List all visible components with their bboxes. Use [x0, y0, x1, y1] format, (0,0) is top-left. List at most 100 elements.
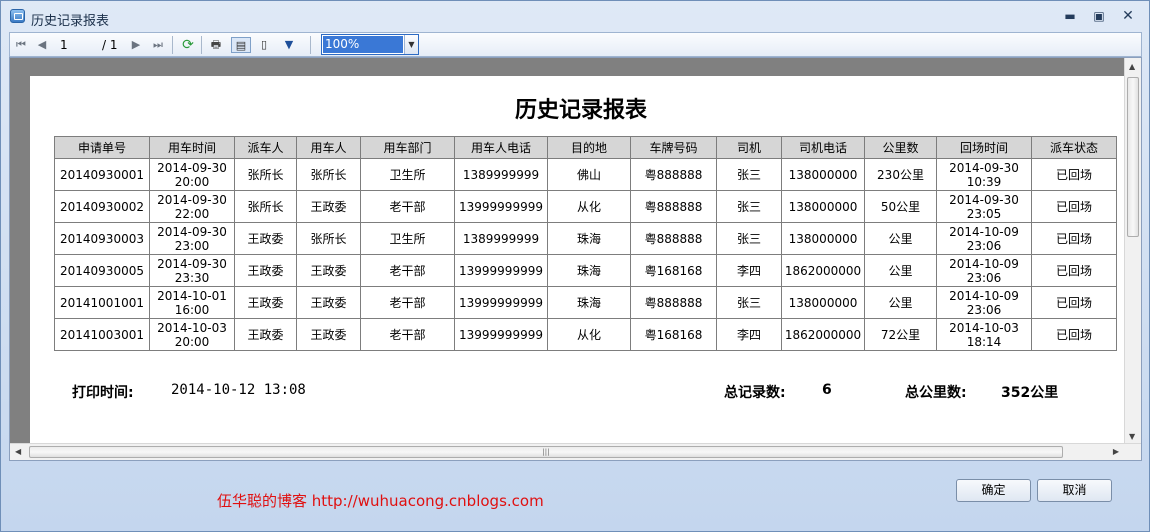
table-cell: 张三	[716, 286, 782, 319]
table-cell: 公里	[864, 222, 937, 255]
cancel-button[interactable]: 取消	[1037, 479, 1112, 502]
column-header: 派车人	[234, 136, 297, 159]
page-number-input[interactable]	[56, 36, 96, 54]
table-cell: 13999999999	[454, 190, 548, 223]
last-page-icon[interactable]: ⏭	[150, 37, 166, 53]
table-cell: 王政委	[296, 190, 361, 223]
table-cell: 20141003001	[54, 318, 150, 351]
table-cell-line: 2014-10-01	[157, 288, 227, 303]
table-row: 20141001001 2014-10-01 16:00 王政委 王政委 老干部 13999…	[54, 286, 1117, 319]
table-cell: 已回场	[1031, 318, 1117, 351]
table-cell: 1389999999	[454, 158, 548, 191]
table-cell: 1862000000	[781, 318, 865, 351]
table-cell-line: 23:06	[966, 270, 1002, 285]
table-cell-line: 2014-09-30	[157, 192, 227, 207]
table-cell: 珠海	[547, 222, 631, 255]
scroll-down-icon[interactable]: ▼	[1129, 432, 1135, 441]
table-cell: 张三	[716, 158, 782, 191]
toolbar-separator	[201, 36, 202, 54]
first-page-icon[interactable]: ⏮	[13, 37, 29, 53]
table-cell: 2014-10-09 23:06	[936, 254, 1032, 287]
table-cell-line: 23:06	[966, 238, 1002, 253]
table-cell: 老干部	[360, 318, 455, 351]
print-time-label: 打印时间:	[72, 385, 134, 401]
report-window: 历史记录报表 ▬ ▣ ✕ ⏮ ◀ / 1 ▶ ⏭ ⟳ 🖶 ▤ ▯ ▼ 100% …	[0, 0, 1150, 532]
report-viewer: 历史记录报表 申请单号 用车时间 派车人 用车人 用车部门 用车人电话 目的地 车牌号码 司机司…	[9, 57, 1142, 461]
horizontal-scroll-thumb[interactable]: |||	[29, 446, 1063, 458]
report-title: 历史记录报表	[514, 97, 647, 123]
table-cell-line: 18:14	[966, 334, 1002, 349]
table-cell: 138000000	[781, 286, 865, 319]
table-cell: 138000000	[781, 222, 865, 255]
table-cell-line: 2014-09-30	[157, 224, 227, 239]
scroll-left-icon[interactable]: ◀	[15, 447, 21, 456]
table-cell: 230公里	[864, 158, 937, 191]
scroll-up-icon[interactable]: ▲	[1129, 62, 1135, 71]
print-layout-icon[interactable]: ▤	[231, 37, 251, 53]
table-row: 20140930003 2014-09-30 23:00 王政委 张所长 卫生所 13899…	[54, 222, 1117, 255]
table-row: 20140930002 2014-09-30 22:00 张所长 王政委 老干部 13999…	[54, 190, 1117, 223]
table-cell: 已回场	[1031, 158, 1117, 191]
total-records-value: 6	[822, 382, 832, 398]
chevron-down-icon[interactable]: ▼	[404, 35, 418, 54]
table-cell: 粤168168	[630, 318, 717, 351]
table-cell: 王政委	[234, 318, 297, 351]
vertical-scroll-thumb[interactable]	[1127, 77, 1139, 237]
table-cell-line: 2014-09-30	[157, 256, 227, 271]
table-row: 20141003001 2014-10-03 20:00 王政委 王政委 老干部 13999…	[54, 318, 1117, 351]
table-cell: 粤168168	[630, 254, 717, 287]
maximize-button[interactable]: ▣	[1088, 9, 1110, 25]
table-cell: 已回场	[1031, 254, 1117, 287]
scroll-right-icon[interactable]: ▶	[1113, 447, 1119, 456]
total-km-label: 总公里数:	[905, 385, 967, 401]
column-header: 目的地	[547, 136, 631, 159]
table-cell: 王政委	[296, 286, 361, 319]
zoom-select[interactable]: 100% ▼	[321, 34, 419, 55]
table-cell: 张所长	[296, 222, 361, 255]
table-row: 20140930001 2014-09-30 20:00 张所长 张所长 卫生所 13899…	[54, 158, 1117, 191]
refresh-icon[interactable]: ⟳	[180, 37, 196, 53]
app-icon	[10, 9, 25, 23]
table-cell: 从化	[547, 190, 631, 223]
table-cell: 2014-09-30 23:00	[149, 222, 235, 255]
table-cell: 2014-10-09 23:06	[936, 222, 1032, 255]
table-cell-line: 22:00	[174, 206, 210, 221]
table-cell: 张所长	[234, 190, 297, 223]
ok-button[interactable]: 确定	[956, 479, 1031, 502]
title-bar[interactable]: 历史记录报表 ▬ ▣ ✕	[1, 1, 1149, 31]
table-cell: 粤888888	[630, 222, 717, 255]
table-cell: 2014-09-30 23:30	[149, 254, 235, 287]
table-cell: 老干部	[360, 254, 455, 287]
export-icon[interactable]: ▼	[278, 37, 300, 53]
window-title: 历史记录报表	[31, 14, 110, 29]
close-button[interactable]: ✕	[1117, 9, 1139, 25]
table-header-row: 申请单号 用车时间 派车人 用车人 用车部门 用车人电话 目的地 车牌号码 司机 司机电话 公里数回…	[54, 136, 1117, 159]
prev-page-icon[interactable]: ◀	[34, 37, 50, 53]
blog-link[interactable]: 伍华聪的博客 http://wuhuacong.cnblogs.com	[217, 490, 544, 511]
page-setup-icon[interactable]: ▯	[256, 37, 272, 53]
table-cell: 72公里	[864, 318, 937, 351]
total-km-value: 352公里	[1001, 385, 1059, 401]
table-cell: 2014-09-30 22:00	[149, 190, 235, 223]
table-cell: 张所长	[234, 158, 297, 191]
table-cell: 老干部	[360, 190, 455, 223]
next-page-icon[interactable]: ▶	[128, 37, 144, 53]
table-cell: 1862000000	[781, 254, 865, 287]
column-header: 回场时间	[936, 136, 1032, 159]
column-header: 用车人	[296, 136, 361, 159]
table-cell: 从化	[547, 318, 631, 351]
horizontal-scrollbar[interactable]: ◀ ||| ▶	[10, 443, 1141, 460]
table-cell: 20140930003	[54, 222, 150, 255]
column-header: 公里数	[864, 136, 937, 159]
vertical-scrollbar[interactable]: ▲ ▼	[1124, 58, 1141, 444]
table-cell: 2014-09-30 10:39	[936, 158, 1032, 191]
table-cell: 粤888888	[630, 158, 717, 191]
table-cell: 20140930002	[54, 190, 150, 223]
minimize-button[interactable]: ▬	[1059, 9, 1081, 25]
report-page: 历史记录报表 申请单号 用车时间 派车人 用车人 用车部门 用车人电话 目的地 车牌号码 司机司…	[30, 76, 1126, 446]
table-cell-line: 2014-09-30	[949, 160, 1019, 175]
zoom-value[interactable]: 100%	[323, 36, 403, 53]
table-cell: 公里	[864, 286, 937, 319]
table-cell: 王政委	[234, 222, 297, 255]
print-icon[interactable]: 🖶	[208, 37, 224, 53]
